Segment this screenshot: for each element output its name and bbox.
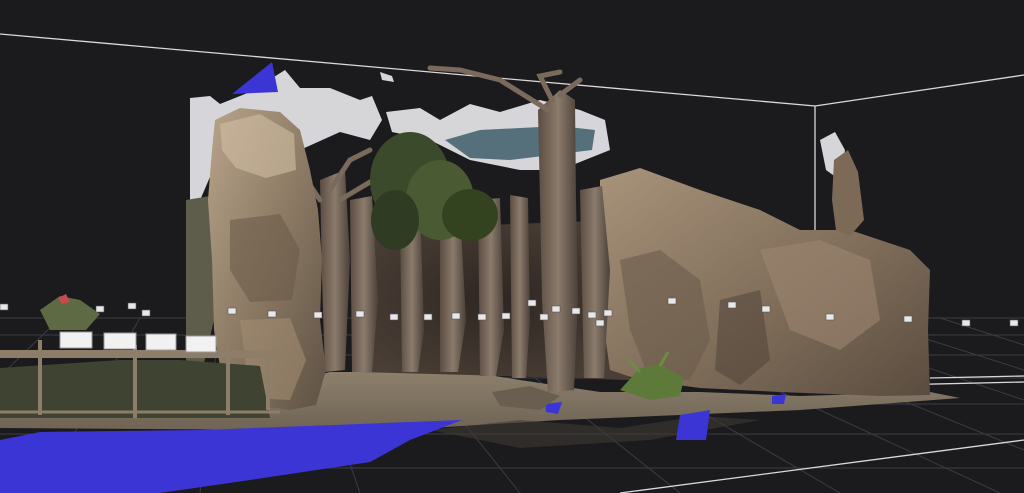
camera-marker[interactable] <box>961 319 971 327</box>
camera-marker[interactable] <box>127 302 137 310</box>
sign-2 <box>103 332 137 350</box>
camera-marker[interactable] <box>355 310 365 318</box>
camera-marker[interactable] <box>451 312 461 320</box>
camera-marker[interactable] <box>727 301 737 309</box>
rock-formation-right <box>600 150 930 396</box>
camera-marker[interactable] <box>227 307 237 315</box>
sign-3 <box>145 333 177 351</box>
sign-4 <box>185 335 217 353</box>
camera-marker[interactable] <box>95 305 105 313</box>
3d-viewport[interactable] <box>0 0 1024 493</box>
camera-marker[interactable] <box>0 303 9 311</box>
camera-marker[interactable] <box>501 312 511 320</box>
scene-canvas[interactable] <box>0 0 1024 493</box>
camera-marker[interactable] <box>761 305 771 313</box>
camera-marker[interactable] <box>539 313 549 321</box>
camera-marker[interactable] <box>903 315 913 323</box>
camera-marker[interactable] <box>267 310 277 318</box>
camera-marker[interactable] <box>423 313 433 321</box>
camera-marker[interactable] <box>141 309 151 317</box>
camera-marker[interactable] <box>527 299 537 307</box>
camera-marker[interactable] <box>389 313 399 321</box>
camera-marker[interactable] <box>1009 319 1019 327</box>
camera-marker[interactable] <box>477 313 487 321</box>
camera-marker[interactable] <box>603 309 613 317</box>
camera-marker[interactable] <box>551 305 561 313</box>
camera-marker[interactable] <box>595 319 605 327</box>
camera-marker[interactable] <box>667 297 677 305</box>
camera-marker[interactable] <box>825 313 835 321</box>
camera-marker[interactable] <box>313 311 323 319</box>
sign-1 <box>59 331 93 349</box>
camera-marker[interactable] <box>587 311 597 319</box>
camera-marker[interactable] <box>571 307 581 315</box>
